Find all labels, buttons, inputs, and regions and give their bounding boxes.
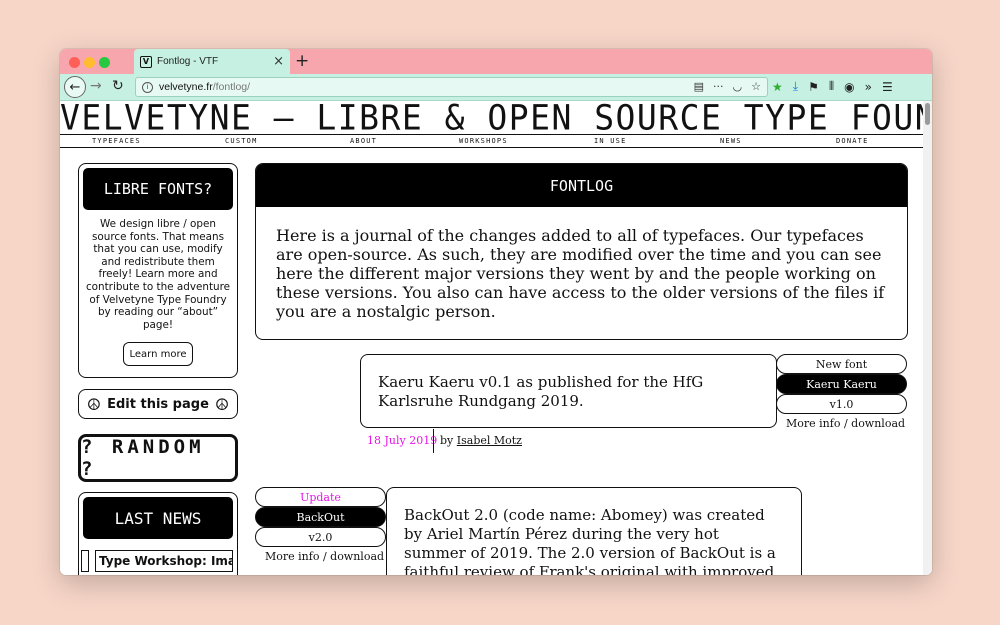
- main-nav: TYPEFACES CUSTOM ABOUT WORKSHOPS IN USE …: [60, 136, 923, 148]
- fontlog-intro-card: FONTLOG Here is a journal of the changes…: [255, 163, 908, 340]
- more-info-link[interactable]: More info / download: [786, 417, 905, 430]
- entry-divider: [433, 429, 434, 453]
- entry-type-pill: Update: [255, 487, 386, 507]
- edit-page-button[interactable]: ☮ Edit this page ☮: [78, 389, 238, 419]
- tab-fontlog[interactable]: V Fontlog - VTF ×: [134, 49, 290, 74]
- zoom-window-button[interactable]: [99, 57, 110, 68]
- extension-star-icon[interactable]: ★: [772, 80, 783, 94]
- account-icon[interactable]: ◉: [844, 80, 854, 94]
- more-actions-icon[interactable]: ···: [713, 80, 724, 93]
- close-tab-icon[interactable]: ×: [273, 55, 284, 68]
- nav-donate[interactable]: DONATE: [836, 137, 869, 145]
- overflow-icon[interactable]: »: [865, 80, 872, 94]
- news-item[interactable]: Type Workshop: Imago: [95, 550, 233, 572]
- libre-fonts-title: LIBRE FONTS?: [83, 168, 233, 210]
- page-scrollbar[interactable]: [923, 101, 932, 575]
- entry-version-pill: v1.0: [776, 394, 907, 414]
- reload-button[interactable]: ↻: [112, 78, 124, 94]
- bookmark-star-icon[interactable]: ☆: [751, 80, 761, 93]
- more-info-link[interactable]: More info / download: [265, 550, 384, 563]
- peace-icon: ☮: [86, 394, 102, 414]
- pocket-icon[interactable]: ◡: [733, 80, 743, 93]
- scrollbar-thumb[interactable]: [925, 103, 930, 125]
- byline-prefix: by: [440, 434, 454, 447]
- menu-icon[interactable]: ☰: [882, 80, 893, 94]
- new-tab-button[interactable]: +: [295, 51, 309, 71]
- intro-text: Here is a journal of the changes added t…: [276, 226, 885, 321]
- peace-icon: ☮: [214, 394, 230, 414]
- nav-custom[interactable]: CUSTOM: [225, 137, 258, 145]
- nav-typefaces[interactable]: TYPEFACES: [92, 137, 141, 145]
- url-host: velvetyne.fr: [159, 81, 213, 93]
- author-link[interactable]: Isabel Motz: [457, 434, 522, 447]
- random-button[interactable]: ? RANDOM ?: [78, 434, 238, 482]
- entry-type-pill: New font: [776, 354, 907, 374]
- entry-date: 18 July 2019: [367, 434, 438, 447]
- tab-strip: V Fontlog - VTF × +: [60, 49, 932, 74]
- entry-font-pill[interactable]: Kaeru Kaeru: [776, 374, 907, 394]
- libre-fonts-text: We design libre / open source fonts. Tha…: [85, 218, 231, 331]
- nav-in-use[interactable]: IN USE: [594, 137, 627, 145]
- page-viewport: VELVETYNE – LIBRE & OPEN SOURCE TYPE FOU…: [60, 101, 932, 575]
- site-banner[interactable]: VELVETYNE – LIBRE & OPEN SOURCE TYPE FOU…: [60, 101, 923, 135]
- url-bar[interactable]: i velvetyne.fr/fontlog/ ▤ ··· ◡ ☆: [135, 77, 768, 97]
- pointer-extension-icon[interactable]: ⚑: [808, 80, 819, 94]
- tab-title: Fontlog - VTF: [157, 56, 219, 67]
- forward-button[interactable]: →: [90, 78, 102, 94]
- nav-about[interactable]: ABOUT: [350, 137, 377, 145]
- browser-window: V Fontlog - VTF × + ← → ↻ i velvetyne.fr…: [60, 49, 932, 575]
- download-icon[interactable]: ⤓: [793, 79, 798, 94]
- site-info-icon[interactable]: i: [142, 81, 153, 93]
- learn-more-button[interactable]: Learn more: [123, 342, 193, 366]
- minimize-window-button[interactable]: [84, 57, 95, 68]
- nav-news[interactable]: NEWS: [720, 137, 742, 145]
- fontlog-entry-text: BackOut 2.0 (code name: Abomey) was crea…: [386, 487, 802, 575]
- close-window-button[interactable]: [69, 57, 80, 68]
- banner-text: VELVETYNE – LIBRE & OPEN SOURCE TYPE FOU…: [60, 101, 923, 135]
- entry-version-pill: v2.0: [255, 527, 386, 547]
- page-title: FONTLOG: [256, 164, 907, 207]
- last-news-card: LAST NEWS Type Workshop: Imago: [78, 492, 238, 575]
- libre-fonts-card: LIBRE FONTS? We design libre / open sour…: [78, 163, 238, 378]
- nav-workshops[interactable]: WORKSHOPS: [459, 137, 508, 145]
- back-button[interactable]: ←: [64, 76, 86, 98]
- edit-page-label: Edit this page: [107, 396, 209, 412]
- entry-byline: by Isabel Motz: [440, 434, 522, 447]
- entry-font-pill[interactable]: BackOut: [255, 507, 386, 527]
- fontlog-entry-text: Kaeru Kaeru v0.1 as published for the Hf…: [360, 354, 777, 428]
- browser-toolbar: ← → ↻ i velvetyne.fr/fontlog/ ▤ ··· ◡ ☆ …: [60, 74, 932, 101]
- last-news-title: LAST NEWS: [83, 497, 233, 539]
- url-path: /fontlog/: [212, 81, 251, 93]
- reader-view-icon[interactable]: ▤: [694, 80, 704, 93]
- velvetyne-favicon-icon: V: [140, 55, 152, 68]
- news-previous-item[interactable]: [81, 550, 89, 572]
- library-icon[interactable]: ⦀: [829, 79, 834, 94]
